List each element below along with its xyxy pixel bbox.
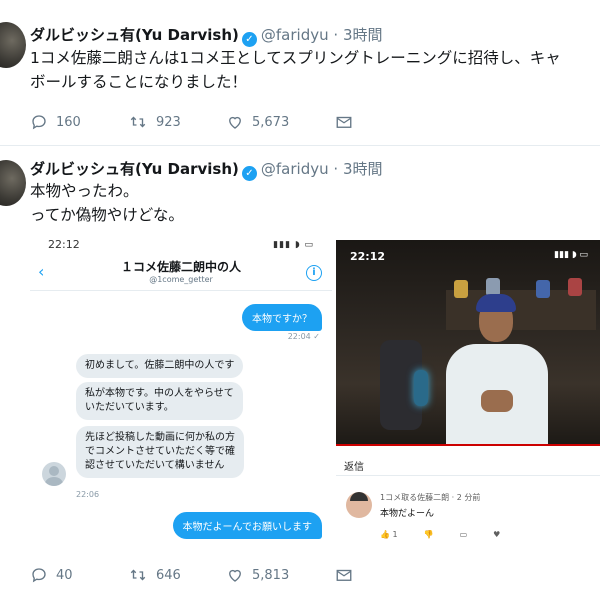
person-cap: [476, 294, 516, 312]
timestamp[interactable]: 3時間: [343, 160, 383, 178]
comment-reply-icon: ▭: [459, 530, 468, 539]
like-button[interactable]: 5,673: [226, 113, 306, 131]
reply-bar: 返信: [336, 452, 600, 476]
figure: [568, 278, 582, 296]
thumbs-down-icon: 👎: [423, 530, 434, 539]
author-handle[interactable]: @faridyu: [261, 26, 329, 44]
outgoing-message: 本物だよーんでお願いします: [172, 512, 322, 539]
lamp: [414, 370, 428, 406]
like-count: 5,673: [252, 114, 290, 130]
mail-icon: [336, 116, 352, 128]
thumbs-up-icon: 👍 1: [380, 530, 398, 539]
background-shelf: [446, 290, 596, 330]
message-line: でコメントさせていただく等で確: [85, 446, 235, 457]
retweet-button[interactable]: 923: [128, 113, 198, 131]
tweet-header: ダルビッシュ有(Yu Darvish) ✓ @faridyu · 3時間: [30, 158, 383, 181]
comment-like-count: 1: [392, 530, 398, 539]
signal-battery-icon: ▮▮▮ ◗ ▭: [554, 250, 588, 260]
status-time: 22:12: [48, 240, 80, 251]
message-line: 認させていただいて構いません: [85, 460, 225, 471]
like-button[interactable]: 5,813: [226, 566, 306, 584]
info-icon: i: [306, 265, 322, 281]
commenter-avatar: [346, 492, 372, 518]
message-timestamp: 22:04 ✓: [287, 332, 320, 341]
tweet-header: ダルビッシュ有(Yu Darvish) ✓ @faridyu · 3時間: [30, 24, 383, 47]
retweet-icon: [130, 116, 146, 128]
retweet-icon: [130, 569, 146, 581]
incoming-message: 先ほど投稿した動画に何か私の方 でコメントさせていただく等で確 認させていただい…: [76, 426, 244, 478]
incoming-message: 私が本物です。中の人をやらせて いただいています。: [76, 382, 243, 420]
dm-screenshot[interactable]: 22:12 ▮▮▮ ◗ ▭ ‹ １コメ佐藤二朗中の人 @1come_getter…: [30, 240, 332, 548]
signal-battery-icon: ▮▮▮ ◗ ▭: [273, 240, 314, 250]
video-frame[interactable]: [336, 240, 600, 446]
person-hands: [481, 390, 513, 412]
verified-icon: ✓: [241, 166, 257, 181]
incoming-message: 初めまして。佐藤二朗中の人です: [76, 354, 244, 378]
reply-count: 40: [56, 567, 73, 583]
avatar: [42, 462, 66, 486]
comment-actions: 👍 1 👎 ▭ ♥: [380, 530, 500, 539]
heart-icon: ♥: [493, 530, 501, 539]
reply-count: 160: [56, 114, 81, 130]
tweet-text-line: 本物やったわ。: [30, 182, 139, 200]
tweet-2[interactable]: ダルビッシュ有(Yu Darvish) ✓ @faridyu · 3時間 本物やった…: [0, 146, 600, 600]
author-handle[interactable]: @faridyu: [261, 160, 329, 178]
heart-icon: [229, 569, 241, 582]
tweet-media[interactable]: 22:12 ▮▮▮ ◗ ▭ ‹ １コメ佐藤二朗中の人 @1come_getter…: [30, 240, 600, 548]
like-count: 5,813: [252, 567, 290, 583]
video-progress-bar[interactable]: [336, 444, 600, 446]
reply-button[interactable]: 160: [30, 113, 100, 131]
comment-text: 本物だよーん: [380, 509, 435, 519]
tweet-text-line: 1コメ佐藤二朗さんは1コメ王としてスプリングトレーニングに招待し、キャ: [30, 49, 561, 67]
figure: [536, 280, 550, 298]
heart-icon: [229, 116, 241, 129]
reply-label: 返信: [344, 462, 364, 473]
message-line: 先ほど投稿した動画に何か私の方: [85, 432, 235, 443]
reply-icon: [32, 115, 46, 130]
author-name[interactable]: ダルビッシュ有(Yu Darvish): [30, 26, 239, 44]
author-name[interactable]: ダルビッシュ有(Yu Darvish): [30, 160, 239, 178]
figure: [454, 280, 468, 298]
divider: [30, 290, 332, 291]
status-time: 22:12: [350, 250, 386, 263]
dm-title: １コメ佐藤二朗中の人: [120, 260, 241, 274]
avatar[interactable]: [0, 22, 26, 68]
separator: ·: [333, 160, 339, 178]
dm-subtitle: @1come_getter: [149, 275, 213, 284]
mail-icon: [336, 569, 352, 581]
avatar[interactable]: [0, 160, 26, 206]
video-screenshot[interactable]: 22:12 ▮▮▮ ◗ ▭ 返信 1コメ取る佐藤二朗 · 2 分前 本物だよーん…: [336, 240, 600, 548]
reply-icon: [32, 568, 46, 583]
timestamp[interactable]: 3時間: [343, 26, 383, 44]
tweet-text-line: ボールすることになりました！: [30, 73, 248, 91]
tweet-actions: 40 646 5,813: [30, 563, 390, 587]
dm-button[interactable]: [334, 566, 362, 584]
verified-icon: ✓: [241, 32, 257, 47]
message-line: 初めまして。佐藤二朗中の人です: [85, 360, 235, 371]
tweet-text: 1コメ佐藤二朗さんは1コメ王としてスプリングトレーニングに招待し、キャ ボールす…: [30, 46, 561, 94]
retweet-count: 923: [156, 114, 181, 130]
tweet-text: 本物やったわ。 ってか偽物やけどな。: [30, 179, 184, 227]
tweet-actions: 160 923 5,673: [30, 110, 390, 134]
outgoing-message: 本物ですか？: [242, 304, 322, 331]
reply-button[interactable]: 40: [30, 566, 100, 584]
separator: ·: [333, 26, 339, 44]
tweet-text-line: ってか偽物やけどな。: [30, 206, 184, 224]
comment-meta: 1コメ取る佐藤二朗 · 2 分前: [380, 493, 481, 502]
tweet-1[interactable]: ダルビッシュ有(Yu Darvish) ✓ @faridyu · 3時間 1コメ佐藤…: [0, 0, 600, 146]
dm-button[interactable]: [334, 113, 362, 131]
message-line: 私が本物です。中の人をやらせて: [85, 388, 234, 399]
message-timestamp: 22:06: [76, 490, 100, 499]
retweet-button[interactable]: 646: [128, 566, 198, 584]
retweet-count: 646: [156, 567, 181, 583]
message-line: いただいています。: [85, 402, 174, 413]
